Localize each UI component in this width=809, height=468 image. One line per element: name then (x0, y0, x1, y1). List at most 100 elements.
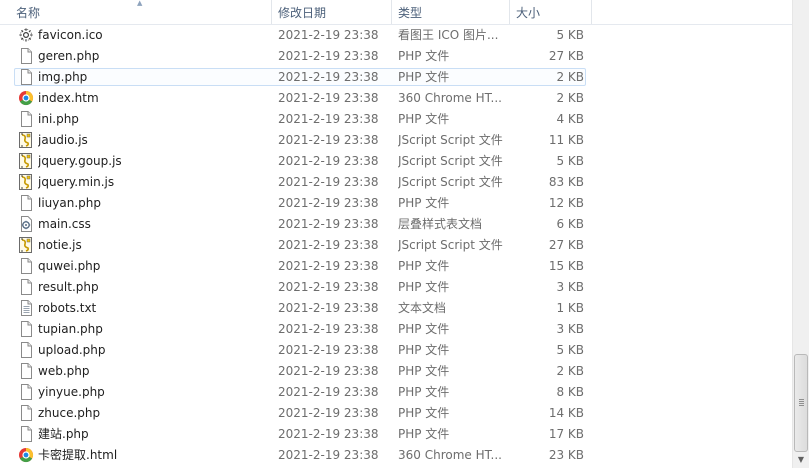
file-type: PHP 文件 (398, 280, 450, 294)
file-row[interactable]: index.htm 2021-2-19 23:38 360 Chrome HT...… (0, 88, 792, 109)
file-name: geren.php (38, 49, 100, 63)
file-size: 12 KB (548, 196, 584, 210)
file-row[interactable]: geren.php 2021-2-19 23:38 PHP 文件 27 KB (0, 46, 792, 67)
scroll-down-arrow-icon[interactable]: ▼ (793, 452, 809, 468)
file-type: PHP 文件 (398, 406, 450, 420)
file-size: 11 KB (548, 133, 584, 147)
file-size: 14 KB (548, 406, 584, 420)
file-name: 卡密提取.html (38, 448, 118, 462)
file-name: web.php (38, 364, 90, 378)
blank-file-icon (18, 195, 34, 211)
file-size: 23 KB (548, 448, 584, 462)
file-name: tupian.php (38, 322, 103, 336)
file-list: favicon.ico 2021-2-19 23:38 看图王 ICO 图片... 5… (0, 25, 792, 466)
file-modified-date: 2021-2-19 23:38 (278, 70, 379, 84)
scrollbar-thumb[interactable] (794, 354, 808, 452)
file-modified-date: 2021-2-19 23:38 (278, 280, 379, 294)
file-size: 15 KB (548, 259, 584, 273)
file-name: zhuce.php (38, 406, 101, 420)
file-type: JScript Script 文件 (398, 175, 503, 189)
file-modified-date: 2021-2-19 23:38 (278, 112, 379, 126)
file-name: ini.php (38, 112, 79, 126)
script-file-icon (18, 132, 34, 148)
file-row[interactable]: main.css 2021-2-19 23:38 层叠样式表文档 6 KB (0, 214, 792, 235)
browser-html-icon (18, 90, 34, 106)
file-row[interactable]: 卡密提取.html 2021-2-19 23:38 360 Chrome HT...… (0, 445, 792, 466)
file-type: PHP 文件 (398, 49, 450, 63)
file-name: jquery.goup.js (38, 154, 122, 168)
ico-file-icon (18, 27, 34, 43)
vertical-scrollbar[interactable]: ▼ (792, 0, 809, 468)
file-name: img.php (38, 70, 88, 84)
thumb-grip-line (799, 399, 804, 400)
file-type: JScript Script 文件 (398, 133, 503, 147)
file-row[interactable]: web.php 2021-2-19 23:38 PHP 文件 2 KB (0, 361, 792, 382)
blank-file-icon (18, 321, 34, 337)
file-size: 27 KB (548, 49, 584, 63)
file-name: liuyan.php (38, 196, 101, 210)
file-row[interactable]: yinyue.php 2021-2-19 23:38 PHP 文件 8 KB (0, 382, 792, 403)
file-modified-date: 2021-2-19 23:38 (278, 175, 379, 189)
file-type: PHP 文件 (398, 322, 450, 336)
file-row[interactable]: zhuce.php 2021-2-19 23:38 PHP 文件 14 KB (0, 403, 792, 424)
script-file-icon (18, 237, 34, 253)
file-row[interactable]: 建站.php 2021-2-19 23:38 PHP 文件 17 KB (0, 424, 792, 445)
file-explorer-details-view: 名称 ▲ 修改日期 类型 大小 favicon.ico 2021-2-19 23:… (0, 0, 809, 468)
file-type: 360 Chrome HT... (398, 448, 502, 462)
sort-ascending-icon: ▲ (137, 0, 143, 7)
css-file-icon (18, 216, 34, 232)
file-modified-date: 2021-2-19 23:38 (278, 301, 379, 315)
blank-file-icon (18, 69, 34, 85)
file-row[interactable]: robots.txt 2021-2-19 23:38 文本文档 1 KB (0, 298, 792, 319)
file-name: upload.php (38, 343, 106, 357)
file-type: PHP 文件 (398, 112, 450, 126)
file-row[interactable]: jquery.min.js 2021-2-19 23:38 JScript Scri… (0, 172, 792, 193)
blank-file-icon (18, 384, 34, 400)
thumb-grip-line (799, 401, 804, 402)
file-modified-date: 2021-2-19 23:38 (278, 238, 379, 252)
file-size: 4 KB (556, 112, 584, 126)
script-file-icon (18, 174, 34, 190)
file-row[interactable]: upload.php 2021-2-19 23:38 PHP 文件 5 KB (0, 340, 792, 361)
file-size: 5 KB (556, 343, 584, 357)
column-header-name-label: 名称 (16, 6, 41, 20)
file-row[interactable]: liuyan.php 2021-2-19 23:38 PHP 文件 12 KB (0, 193, 792, 214)
file-row[interactable]: img.php 2021-2-19 23:38 PHP 文件 2 KB (0, 67, 792, 88)
blank-file-icon (18, 258, 34, 274)
file-size: 5 KB (556, 154, 584, 168)
file-row[interactable]: notie.js 2021-2-19 23:38 JScript Script 文件… (0, 235, 792, 256)
file-name: main.css (38, 217, 91, 231)
file-type: 文本文档 (398, 301, 447, 315)
blank-file-icon (18, 279, 34, 295)
script-file-icon (18, 153, 34, 169)
file-row[interactable]: result.php 2021-2-19 23:38 PHP 文件 3 KB (0, 277, 792, 298)
file-modified-date: 2021-2-19 23:38 (278, 217, 379, 231)
blank-file-icon (18, 342, 34, 358)
file-row[interactable]: jquery.goup.js 2021-2-19 23:38 JScript Scr… (0, 151, 792, 172)
file-size: 3 KB (556, 322, 584, 336)
file-size: 2 KB (556, 70, 584, 84)
file-row[interactable]: favicon.ico 2021-2-19 23:38 看图王 ICO 图片... 5… (0, 25, 792, 46)
file-size: 2 KB (556, 364, 584, 378)
column-header-date[interactable]: 修改日期 (272, 0, 392, 24)
thumb-grip-line (799, 405, 804, 406)
file-name: index.htm (38, 91, 99, 105)
column-header-bar: 名称 ▲ 修改日期 类型 大小 (0, 0, 792, 25)
file-row[interactable]: ini.php 2021-2-19 23:38 PHP 文件 4 KB (0, 109, 792, 130)
file-row[interactable]: quwei.php 2021-2-19 23:38 PHP 文件 15 KB (0, 256, 792, 277)
file-size: 27 KB (548, 238, 584, 252)
file-type: 360 Chrome HT... (398, 91, 502, 105)
column-header-type[interactable]: 类型 (392, 0, 510, 24)
file-type: PHP 文件 (398, 427, 450, 441)
file-size: 5 KB (556, 28, 584, 42)
file-row[interactable]: tupian.php 2021-2-19 23:38 PHP 文件 3 KB (0, 319, 792, 340)
column-header-type-label: 类型 (398, 6, 423, 20)
file-modified-date: 2021-2-19 23:38 (278, 448, 379, 462)
file-modified-date: 2021-2-19 23:38 (278, 427, 379, 441)
file-size: 8 KB (556, 385, 584, 399)
blank-file-icon (18, 426, 34, 442)
file-type: 层叠样式表文档 (398, 217, 483, 231)
file-modified-date: 2021-2-19 23:38 (278, 28, 379, 42)
file-row[interactable]: jaudio.js 2021-2-19 23:38 JScript Script 文… (0, 130, 792, 151)
column-header-size[interactable]: 大小 (510, 0, 592, 24)
